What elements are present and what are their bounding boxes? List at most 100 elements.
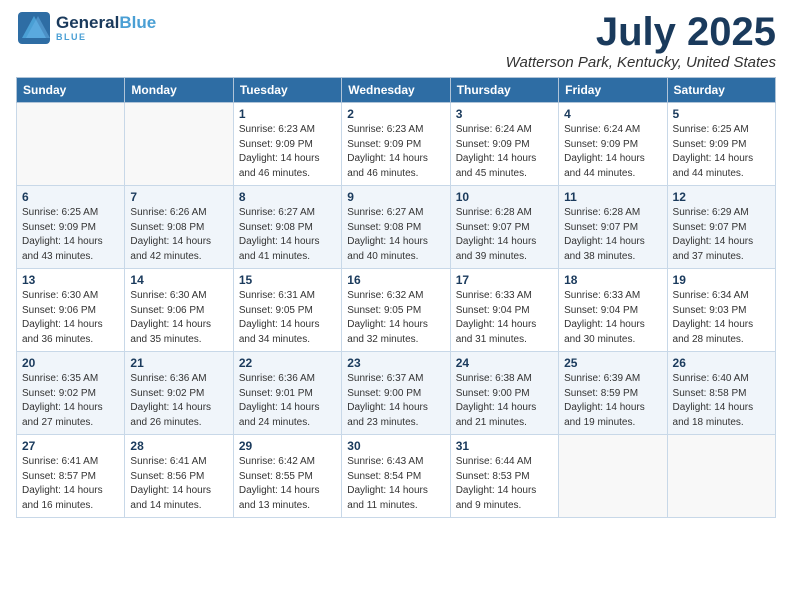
calendar-day-cell: 12 Sunrise: 6:29 AMSunset: 9:07 PMDayligh… xyxy=(667,186,775,269)
day-detail: Sunrise: 6:40 AMSunset: 8:58 PMDaylight:… xyxy=(673,372,770,430)
day-number: 25 xyxy=(564,356,661,370)
day-detail: Sunrise: 6:39 AMSunset: 8:59 PMDaylight:… xyxy=(564,372,661,430)
calendar-day-cell: 1Sunrise: 6:23 AMSunset: 9:09 PMDaylight… xyxy=(233,103,341,186)
day-detail: Sunrise: 6:30 AMSunset: 9:06 PMDaylight:… xyxy=(22,289,119,347)
calendar-day-cell: 15 Sunrise: 6:31 AMSunset: 9:05 PMDayligh… xyxy=(233,269,341,352)
day-number: 2 xyxy=(347,107,444,121)
calendar-week-row: 27Sunrise: 6:41 AMSunset: 8:57 PMDayligh… xyxy=(17,435,776,518)
calendar-day-cell: 11 Sunrise: 6:28 AMSunset: 9:07 PMDayligh… xyxy=(559,186,667,269)
calendar-day-cell: 19Sunrise: 6:34 AMSunset: 9:03 PMDayligh… xyxy=(667,269,775,352)
day-detail: Sunrise: 6:35 AMSunset: 9:02 PMDaylight:… xyxy=(22,372,119,430)
day-detail: Sunrise: 6:25 AMSunset: 9:09 PMDaylight:… xyxy=(22,206,119,264)
day-detail: Sunrise: 6:28 AMSunset: 9:07 PMDaylight:… xyxy=(456,206,553,264)
calendar-day-cell: 28 Sunrise: 6:41 AMSunset: 8:56 PMDayligh… xyxy=(125,435,233,518)
day-number: 18 xyxy=(564,273,661,287)
day-detail: Sunrise: 6:36 AMSunset: 9:01 PMDaylight:… xyxy=(239,372,336,430)
day-detail: Sunrise: 6:43 AMSunset: 8:54 PMDaylight:… xyxy=(347,455,444,513)
calendar-day-cell: 8Sunrise: 6:27 AMSunset: 9:08 PMDaylight… xyxy=(233,186,341,269)
calendar-day-cell: 10Sunrise: 6:28 AMSunset: 9:07 PMDayligh… xyxy=(450,186,558,269)
calendar-day-cell: 21 Sunrise: 6:36 AMSunset: 9:02 PMDayligh… xyxy=(125,352,233,435)
calendar-day-cell: 5Sunrise: 6:25 AMSunset: 9:09 PMDaylight… xyxy=(667,103,775,186)
calendar-day-cell: 2 Sunrise: 6:23 AMSunset: 9:09 PMDaylight… xyxy=(342,103,450,186)
calendar-day-cell: 17 Sunrise: 6:33 AMSunset: 9:04 PMDayligh… xyxy=(450,269,558,352)
day-detail: Sunrise: 6:33 AMSunset: 9:04 PMDaylight:… xyxy=(456,289,553,347)
calendar-day-cell: 18Sunrise: 6:33 AMSunset: 9:04 PMDayligh… xyxy=(559,269,667,352)
day-number: 8 xyxy=(239,190,336,204)
title-block: July 2025 Watterson Park, Kentucky, Unit… xyxy=(506,10,776,71)
day-detail: Sunrise: 6:26 AMSunset: 9:08 PMDaylight:… xyxy=(130,206,227,264)
day-detail: Sunrise: 6:36 AMSunset: 9:02 PMDaylight:… xyxy=(130,372,227,430)
header: GeneralBlue BLUE July 2025 Watterson Par… xyxy=(16,10,776,71)
day-number: 12 xyxy=(673,190,770,204)
calendar-day-cell: 6 Sunrise: 6:25 AMSunset: 9:09 PMDaylight… xyxy=(17,186,125,269)
day-number: 3 xyxy=(456,107,553,121)
logo-icon xyxy=(16,10,52,46)
logo: GeneralBlue BLUE xyxy=(16,10,156,46)
calendar-location: Watterson Park, Kentucky, United States xyxy=(506,54,776,71)
calendar-day-cell: 7Sunrise: 6:26 AMSunset: 9:08 PMDaylight… xyxy=(125,186,233,269)
day-number: 16 xyxy=(347,273,444,287)
calendar-day-cell: 30 Sunrise: 6:43 AMSunset: 8:54 PMDayligh… xyxy=(342,435,450,518)
calendar-day-cell: 26 Sunrise: 6:40 AMSunset: 8:58 PMDayligh… xyxy=(667,352,775,435)
calendar-day-cell: 13 Sunrise: 6:30 AMSunset: 9:06 PMDayligh… xyxy=(17,269,125,352)
calendar-week-row: 1Sunrise: 6:23 AMSunset: 9:09 PMDaylight… xyxy=(17,103,776,186)
calendar-week-row: 20 Sunrise: 6:35 AMSunset: 9:02 PMDayligh… xyxy=(17,352,776,435)
day-detail: Sunrise: 6:31 AMSunset: 9:05 PMDaylight:… xyxy=(239,289,336,347)
day-number: 21 xyxy=(130,356,227,370)
calendar-day-cell: 16Sunrise: 6:32 AMSunset: 9:05 PMDayligh… xyxy=(342,269,450,352)
day-number: 19 xyxy=(673,273,770,287)
day-detail: Sunrise: 6:42 AMSunset: 8:55 PMDaylight:… xyxy=(239,455,336,513)
day-detail: Sunrise: 6:41 AMSunset: 8:57 PMDaylight:… xyxy=(22,455,119,513)
calendar-header-row: Sunday Monday Tuesday Wednesday Thursday… xyxy=(17,78,776,103)
day-number: 11 xyxy=(564,190,661,204)
day-number: 30 xyxy=(347,439,444,453)
col-tuesday: Tuesday xyxy=(233,78,341,103)
day-detail: Sunrise: 6:41 AMSunset: 8:56 PMDaylight:… xyxy=(130,455,227,513)
day-detail: Sunrise: 6:29 AMSunset: 9:07 PMDaylight:… xyxy=(673,206,770,264)
col-sunday: Sunday xyxy=(17,78,125,103)
day-detail: Sunrise: 6:23 AMSunset: 9:09 PMDaylight:… xyxy=(239,123,336,181)
day-detail: Sunrise: 6:24 AMSunset: 9:09 PMDaylight:… xyxy=(564,123,661,181)
calendar-day-cell: 25 Sunrise: 6:39 AMSunset: 8:59 PMDayligh… xyxy=(559,352,667,435)
logo-tagline: BLUE xyxy=(56,32,156,42)
col-monday: Monday xyxy=(125,78,233,103)
day-detail: Sunrise: 6:25 AMSunset: 9:09 PMDaylight:… xyxy=(673,123,770,181)
calendar-day-cell: 27Sunrise: 6:41 AMSunset: 8:57 PMDayligh… xyxy=(17,435,125,518)
day-number: 6 xyxy=(22,190,119,204)
day-number: 23 xyxy=(347,356,444,370)
day-detail: Sunrise: 6:28 AMSunset: 9:07 PMDaylight:… xyxy=(564,206,661,264)
day-number: 14 xyxy=(130,273,227,287)
day-detail: Sunrise: 6:44 AMSunset: 8:53 PMDaylight:… xyxy=(456,455,553,513)
calendar-day-cell xyxy=(667,435,775,518)
day-detail: Sunrise: 6:30 AMSunset: 9:06 PMDaylight:… xyxy=(130,289,227,347)
calendar-table: Sunday Monday Tuesday Wednesday Thursday… xyxy=(16,77,776,518)
day-number: 28 xyxy=(130,439,227,453)
day-detail: Sunrise: 6:23 AMSunset: 9:09 PMDaylight:… xyxy=(347,123,444,181)
day-number: 31 xyxy=(456,439,553,453)
day-number: 15 xyxy=(239,273,336,287)
day-number: 20 xyxy=(22,356,119,370)
calendar-day-cell: 9 Sunrise: 6:27 AMSunset: 9:08 PMDaylight… xyxy=(342,186,450,269)
day-detail: Sunrise: 6:38 AMSunset: 9:00 PMDaylight:… xyxy=(456,372,553,430)
day-detail: Sunrise: 6:27 AMSunset: 9:08 PMDaylight:… xyxy=(347,206,444,264)
calendar-day-cell: 29 Sunrise: 6:42 AMSunset: 8:55 PMDayligh… xyxy=(233,435,341,518)
col-thursday: Thursday xyxy=(450,78,558,103)
day-number: 9 xyxy=(347,190,444,204)
day-number: 13 xyxy=(22,273,119,287)
day-number: 17 xyxy=(456,273,553,287)
day-number: 29 xyxy=(239,439,336,453)
logo-name: GeneralBlue xyxy=(56,14,156,33)
calendar-day-cell: 4Sunrise: 6:24 AMSunset: 9:09 PMDaylight… xyxy=(559,103,667,186)
day-number: 26 xyxy=(673,356,770,370)
day-detail: Sunrise: 6:37 AMSunset: 9:00 PMDaylight:… xyxy=(347,372,444,430)
calendar-day-cell xyxy=(17,103,125,186)
calendar-week-row: 13 Sunrise: 6:30 AMSunset: 9:06 PMDayligh… xyxy=(17,269,776,352)
day-number: 22 xyxy=(239,356,336,370)
calendar-day-cell: 24Sunrise: 6:38 AMSunset: 9:00 PMDayligh… xyxy=(450,352,558,435)
col-friday: Friday xyxy=(559,78,667,103)
calendar-day-cell: 31 Sunrise: 6:44 AMSunset: 8:53 PMDayligh… xyxy=(450,435,558,518)
calendar-title: July 2025 xyxy=(506,10,776,54)
page-container: GeneralBlue BLUE July 2025 Watterson Par… xyxy=(0,0,792,612)
col-saturday: Saturday xyxy=(667,78,775,103)
calendar-day-cell: 23 Sunrise: 6:37 AMSunset: 9:00 PMDayligh… xyxy=(342,352,450,435)
